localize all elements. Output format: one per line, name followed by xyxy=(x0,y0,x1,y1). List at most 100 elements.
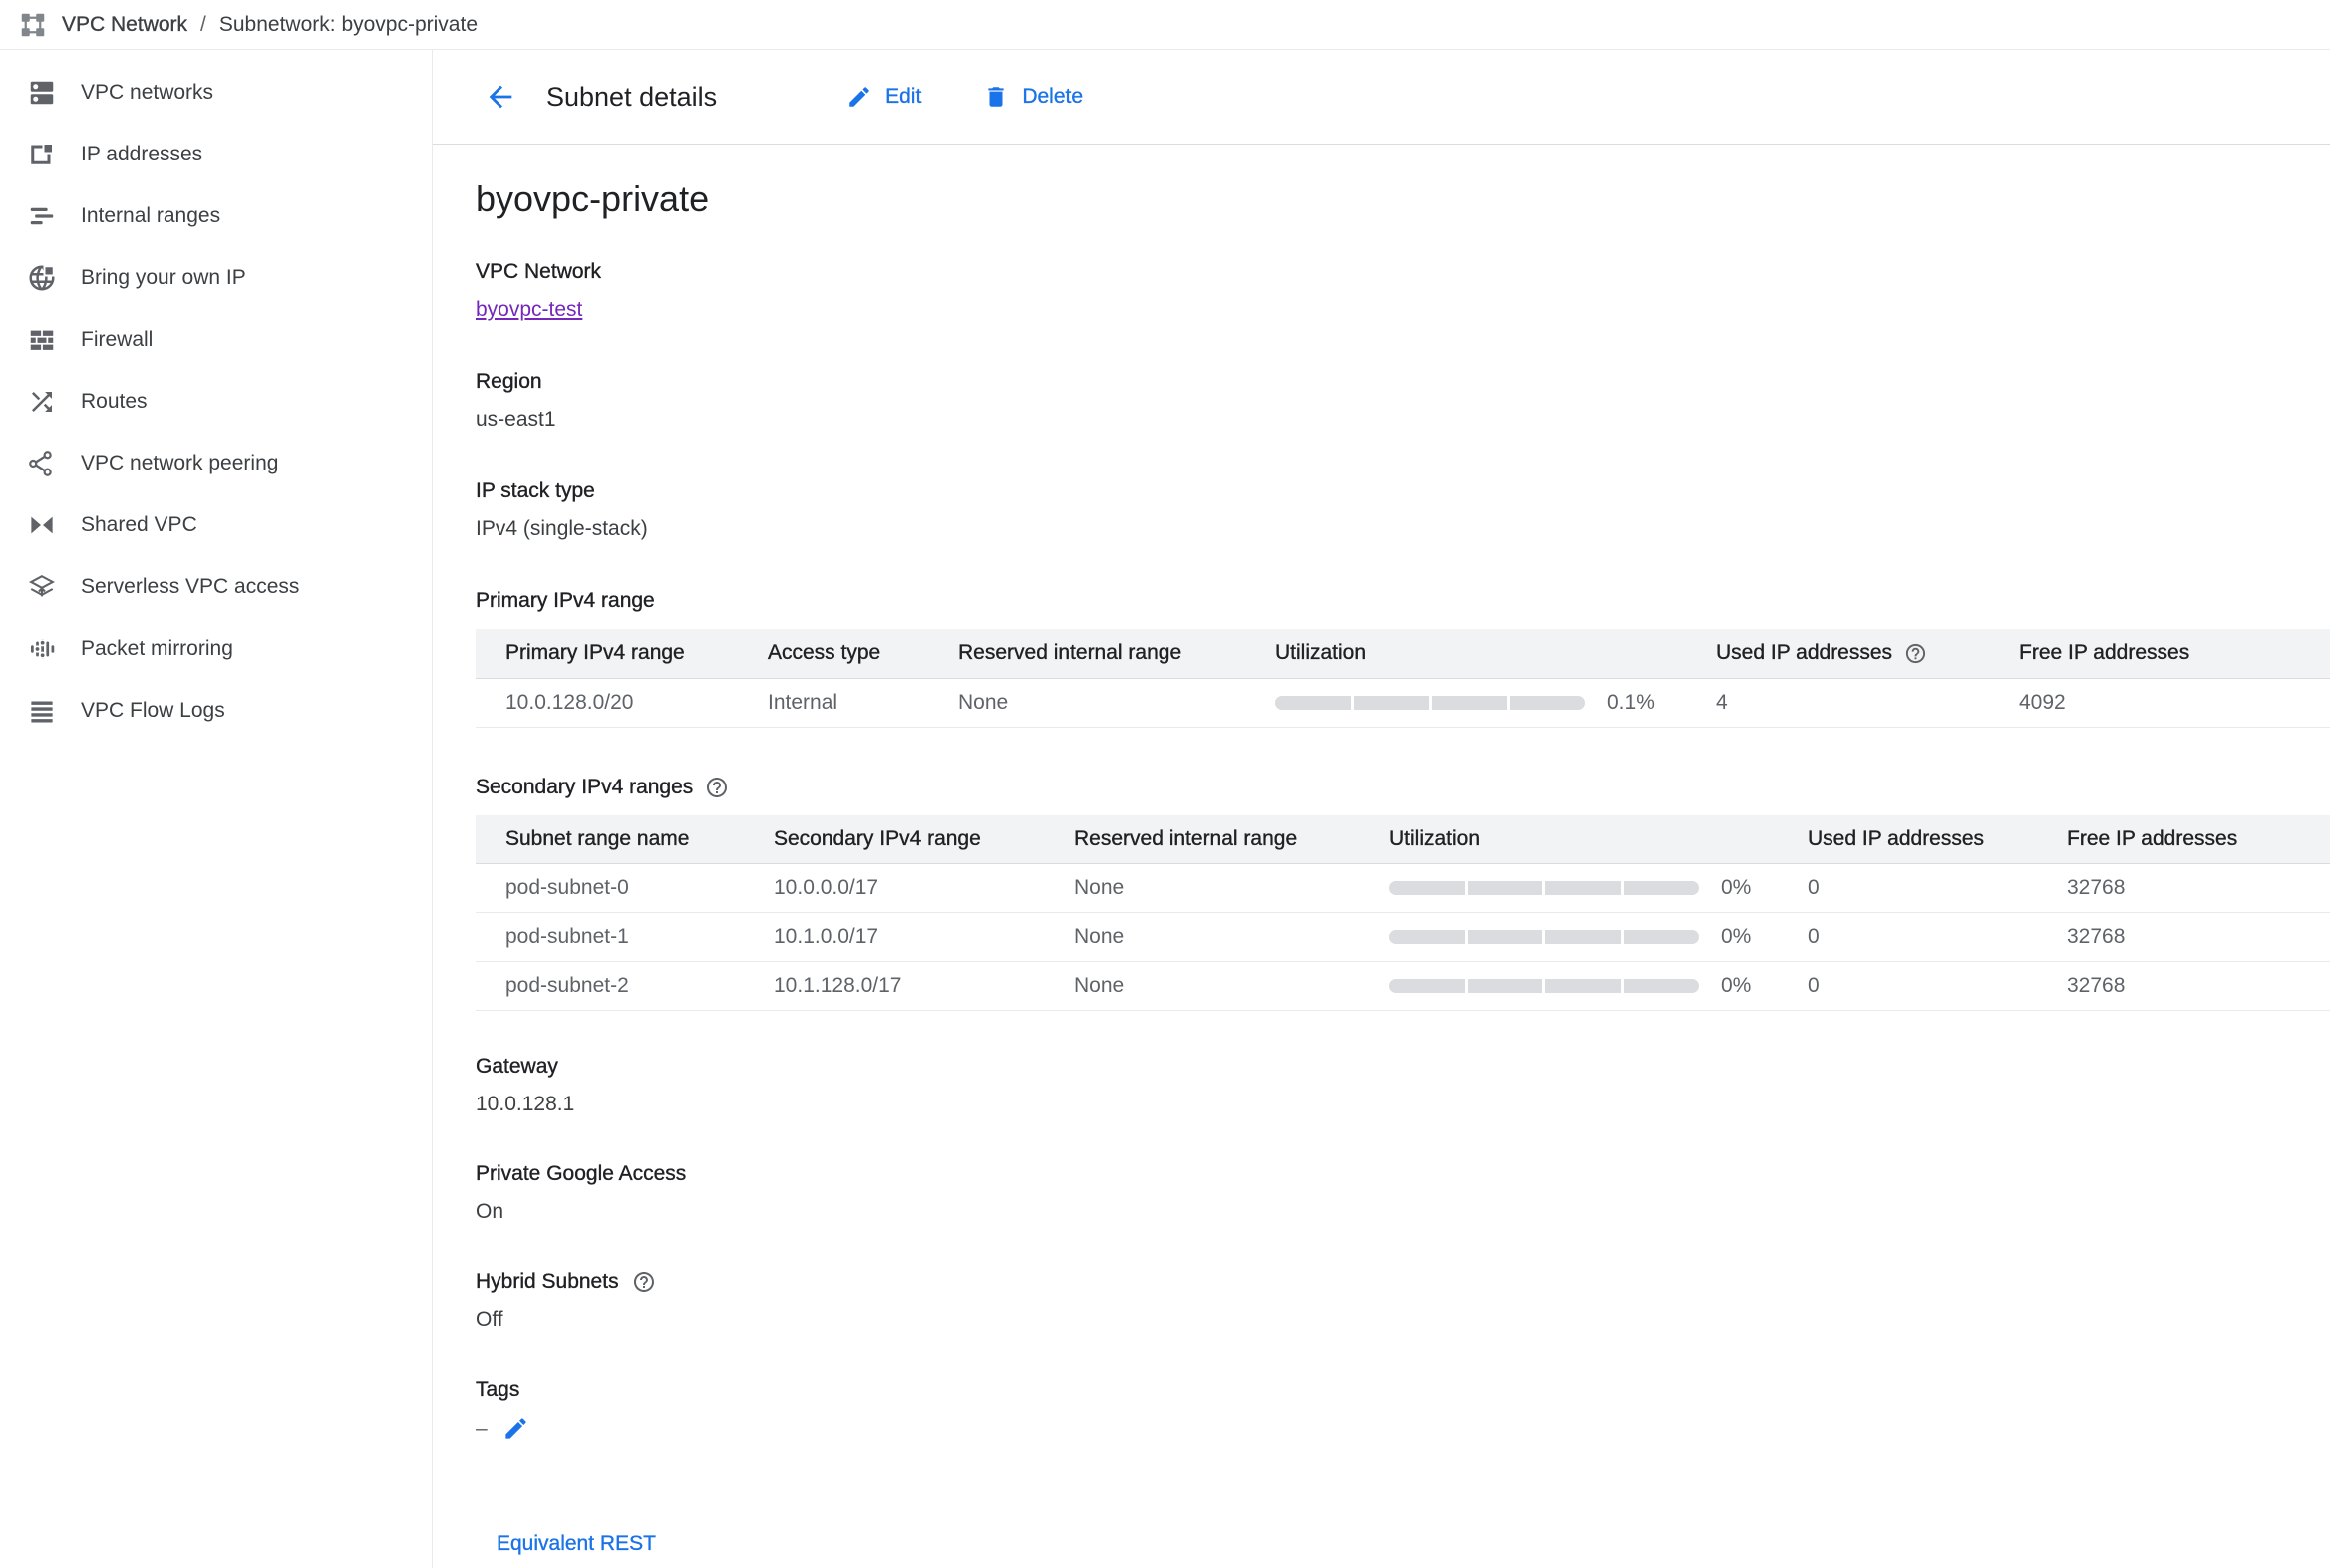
sidebar-item-shared-vpc[interactable]: Shared VPC xyxy=(0,494,432,556)
sidebar-item-label: Shared VPC xyxy=(81,513,197,537)
col-primary-range: Primary IPv4 range xyxy=(476,629,768,678)
col-free-ip: Free IP addresses xyxy=(2019,629,2330,678)
table-row: pod-subnet-2 10.1.128.0/17 None 0% 0 327… xyxy=(476,962,2330,1011)
secondary-ranges-title-label: Secondary IPv4 ranges xyxy=(476,776,693,799)
serverless-vpc-access-icon xyxy=(27,572,57,602)
utilization-percent: 0% xyxy=(1721,925,1751,949)
secondary-ranges-section-title: Secondary IPv4 ranges xyxy=(476,776,2330,799)
field-label: VPC Network xyxy=(476,260,2330,284)
breadcrumb: VPC Network / Subnetwork: byovpc-private xyxy=(0,0,2330,50)
bring-your-own-ip-icon xyxy=(27,263,57,293)
breadcrumb-app[interactable]: VPC Network xyxy=(62,13,187,37)
field-gateway: Gateway 10.0.128.1 xyxy=(476,1055,2330,1116)
table-row: pod-subnet-1 10.1.0.0/17 None 0% 0 32768 xyxy=(476,913,2330,962)
trash-icon xyxy=(983,84,1009,110)
sidebar-item-packet-mirroring[interactable]: Packet mirroring xyxy=(0,618,432,680)
cell-utilization: 0% xyxy=(1389,913,1808,962)
sidebar-item-vpc-networks[interactable]: VPC networks xyxy=(0,62,432,124)
cell-used-ip: 0 xyxy=(1808,962,2067,1011)
sidebar-item-vpc-flow-logs[interactable]: VPC Flow Logs xyxy=(0,680,432,742)
col-secondary-range: Secondary IPv4 range xyxy=(774,815,1074,864)
field-label: Private Google Access xyxy=(476,1162,2330,1186)
vpc-networks-icon xyxy=(27,78,57,108)
cell-reserved-range: None xyxy=(1074,864,1389,913)
tags-empty-value: – xyxy=(476,1417,488,1441)
field-hybrid-subnets: Hybrid Subnets Off xyxy=(476,1270,2330,1332)
utilization-bar xyxy=(1389,881,1699,895)
packet-mirroring-icon xyxy=(27,634,57,664)
utilization-bar xyxy=(1389,979,1699,993)
pencil-icon xyxy=(846,84,872,110)
help-icon[interactable] xyxy=(632,1270,656,1294)
firewall-icon xyxy=(27,325,57,355)
cell-range-name: pod-subnet-0 xyxy=(476,864,774,913)
edit-button[interactable]: Edit xyxy=(846,84,921,110)
cell-range-name: pod-subnet-2 xyxy=(476,962,774,1011)
field-label-row: Hybrid Subnets xyxy=(476,1270,2330,1294)
col-utilization: Utilization xyxy=(1389,815,1808,864)
utilization-percent: 0% xyxy=(1721,974,1751,998)
col-reserved-range: Reserved internal range xyxy=(1074,815,1389,864)
help-icon[interactable] xyxy=(1904,642,1927,665)
cell-free-ip: 4092 xyxy=(2019,678,2330,727)
arrow-back-icon xyxy=(484,80,517,114)
ip-addresses-icon xyxy=(27,140,57,169)
field-value: On xyxy=(476,1200,2330,1224)
cell-primary-range: 10.0.128.0/20 xyxy=(476,678,768,727)
breadcrumb-page: Subnetwork: byovpc-private xyxy=(219,13,478,37)
sidebar-item-vpc-network-peering[interactable]: VPC network peering xyxy=(0,433,432,494)
cell-reserved-range: None xyxy=(958,678,1275,727)
sidebar-item-label: IP addresses xyxy=(81,143,202,166)
col-reserved-range: Reserved internal range xyxy=(958,629,1275,678)
delete-button[interactable]: Delete xyxy=(983,84,1083,110)
sidebar-item-label: VPC network peering xyxy=(81,452,278,475)
sidebar-item-label: Firewall xyxy=(81,328,153,352)
sidebar-item-label: VPC Flow Logs xyxy=(81,699,225,723)
sidebar-item-internal-ranges[interactable]: Internal ranges xyxy=(0,185,432,247)
table-header-row: Subnet range name Secondary IPv4 range R… xyxy=(476,815,2330,864)
sidebar-item-label: Bring your own IP xyxy=(81,266,246,290)
delete-button-label: Delete xyxy=(1022,85,1083,109)
sidebar-item-serverless-vpc-access[interactable]: Serverless VPC access xyxy=(0,556,432,618)
sidebar-item-label: Packet mirroring xyxy=(81,637,233,661)
field-ip-stack-type: IP stack type IPv4 (single-stack) xyxy=(476,479,2330,541)
utilization-bar xyxy=(1275,696,1585,710)
field-value: us-east1 xyxy=(476,408,2330,432)
page-title-header: Subnet details xyxy=(546,82,717,113)
col-subnet-range-name: Subnet range name xyxy=(476,815,774,864)
field-value: Off xyxy=(476,1308,2330,1332)
sidebar-item-firewall[interactable]: Firewall xyxy=(0,309,432,371)
routes-icon xyxy=(27,387,57,417)
help-icon[interactable] xyxy=(705,776,729,799)
table-header-row: Primary IPv4 range Access type Reserved … xyxy=(476,629,2330,678)
shared-vpc-icon xyxy=(27,510,57,540)
utilization-bar xyxy=(1389,930,1699,944)
back-button[interactable] xyxy=(481,77,520,117)
sidebar-item-label: VPC networks xyxy=(81,81,213,105)
sidebar-item-ip-addresses[interactable]: IP addresses xyxy=(0,124,432,185)
field-label: Region xyxy=(476,370,2330,394)
main-panel: Subnet details Edit Delete byovpc-privat… xyxy=(433,50,2330,1568)
sidebar-item-label: Serverless VPC access xyxy=(81,575,299,599)
vpc-network-link[interactable]: byovpc-test xyxy=(476,298,582,321)
cell-secondary-range: 10.1.128.0/17 xyxy=(774,962,1074,1011)
field-value: IPv4 (single-stack) xyxy=(476,517,2330,541)
edit-button-label: Edit xyxy=(885,85,921,109)
col-used-ip-label: Used IP addresses xyxy=(1716,641,1892,665)
field-label: Hybrid Subnets xyxy=(476,1270,619,1294)
equivalent-rest-button[interactable]: Equivalent REST xyxy=(497,1532,656,1556)
field-label: Gateway xyxy=(476,1055,2330,1079)
table-row: 10.0.128.0/20 Internal None 0.1% 4 4092 xyxy=(476,678,2330,727)
cell-used-ip: 0 xyxy=(1808,913,2067,962)
cell-free-ip: 32768 xyxy=(2067,913,2330,962)
sidebar-item-bring-your-own-ip[interactable]: Bring your own IP xyxy=(0,247,432,309)
sidebar-item-routes[interactable]: Routes xyxy=(0,371,432,433)
cell-secondary-range: 10.1.0.0/17 xyxy=(774,913,1074,962)
cell-utilization: 0.1% xyxy=(1275,678,1716,727)
cell-reserved-range: None xyxy=(1074,962,1389,1011)
page-header: Subnet details Edit Delete xyxy=(433,50,2330,145)
edit-tags-pencil-icon[interactable] xyxy=(502,1415,529,1442)
col-free-ip: Free IP addresses xyxy=(2067,815,2330,864)
internal-ranges-icon xyxy=(27,201,57,231)
utilization-percent: 0.1% xyxy=(1607,691,1655,715)
